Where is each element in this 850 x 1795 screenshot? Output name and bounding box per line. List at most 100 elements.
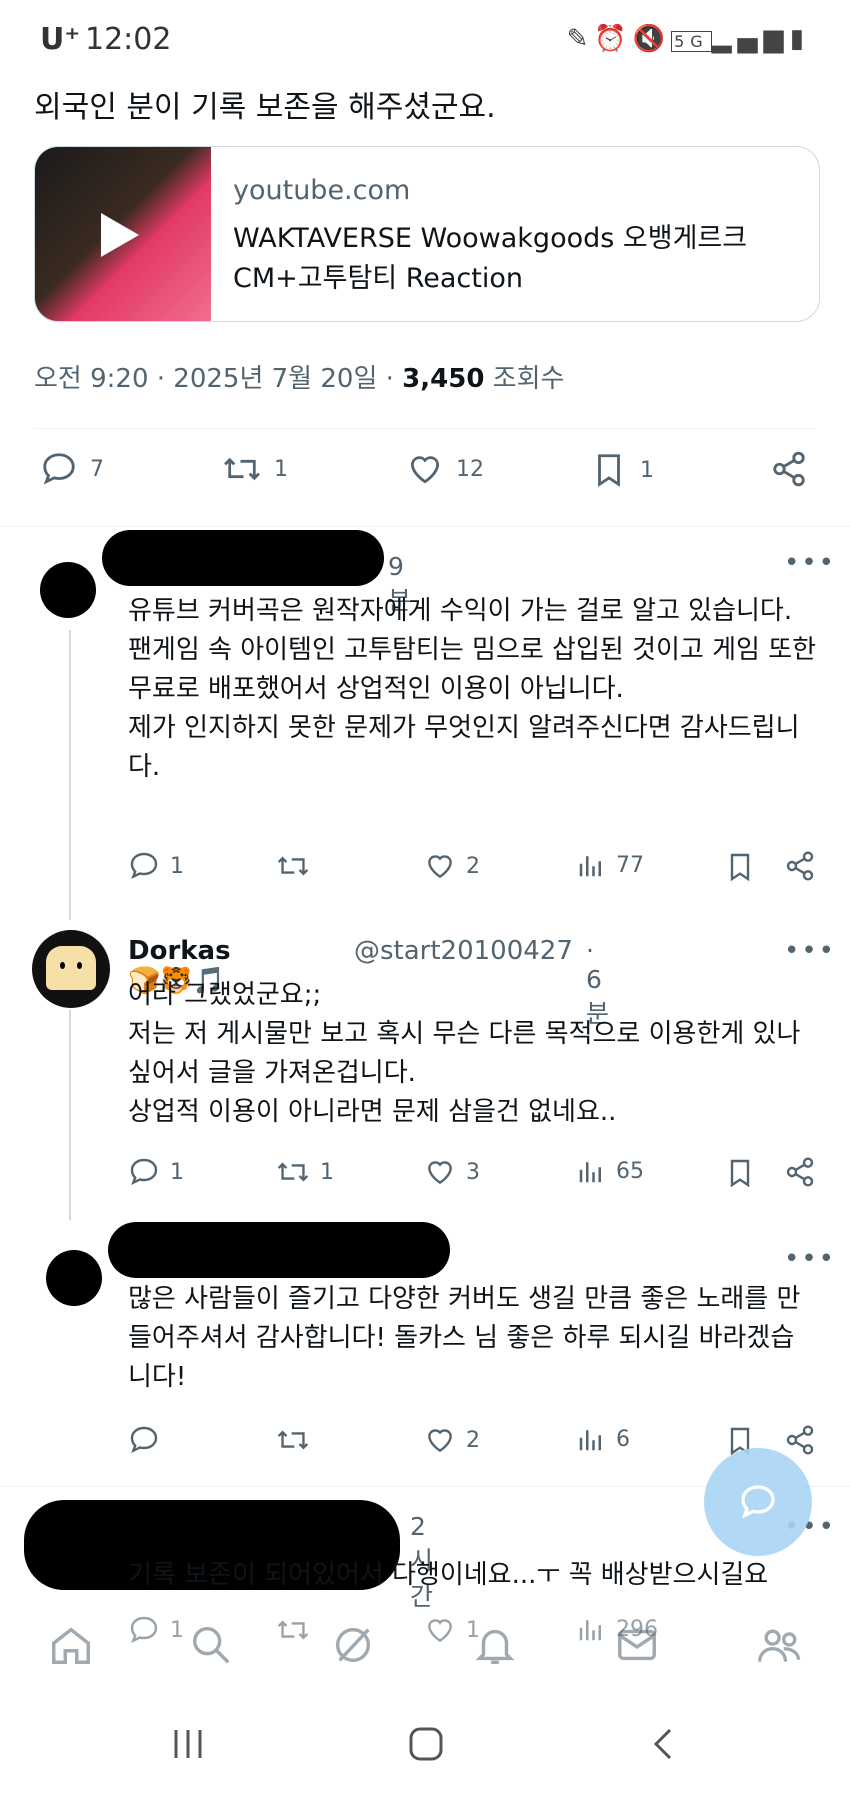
- reply-count: 1: [170, 1159, 184, 1185]
- bookmark-count: 1: [640, 457, 654, 483]
- communities-icon[interactable]: [756, 1622, 804, 1668]
- bookmark-icon: [730, 1159, 750, 1188]
- tweet-timestamp: 오전 9:20 · 2025년 7월 20일 ·: [34, 364, 403, 394]
- chat-bubble-icon: [741, 1485, 775, 1519]
- grok-icon[interactable]: [330, 1622, 376, 1668]
- divider: [34, 428, 816, 429]
- avatar[interactable]: [32, 930, 110, 1008]
- more-icon[interactable]: •••: [784, 1244, 836, 1274]
- heart-icon: [428, 1161, 452, 1185]
- redacted-name: [108, 1222, 450, 1278]
- heart-icon: [428, 855, 452, 879]
- share-icon: [786, 851, 814, 881]
- reply-button[interactable]: 1: [128, 850, 184, 882]
- share-icon: [786, 1157, 814, 1187]
- like-button[interactable]: 2: [424, 1424, 480, 1456]
- reply-actions: 1 1 3 65: [128, 1156, 818, 1196]
- share-button[interactable]: [784, 1156, 816, 1188]
- user-handle[interactable]: @start20100427: [354, 936, 573, 966]
- reply-button[interactable]: 7: [40, 450, 104, 488]
- reply-icon: [43, 453, 75, 485]
- bookmark-button[interactable]: [724, 1156, 756, 1190]
- system-nav-bar: [0, 1710, 850, 1780]
- status-icons: ✎⏰🔇 5G ▂▄▆▮: [567, 24, 810, 54]
- status-bar: U⁺ 12:02 ✎⏰🔇 5G ▂▄▆▮: [40, 18, 810, 62]
- retweet-button[interactable]: [276, 850, 320, 882]
- like-button[interactable]: 12: [406, 450, 484, 488]
- battery-icon: ▮: [789, 24, 810, 54]
- avatar[interactable]: [40, 562, 96, 618]
- views-button[interactable]: 77: [576, 850, 644, 880]
- like-count: 3: [466, 1159, 480, 1185]
- share-button[interactable]: [770, 450, 808, 488]
- retweet-count: 1: [320, 1159, 334, 1185]
- retweet-button[interactable]: [276, 1424, 320, 1456]
- retweet-icon: [224, 457, 260, 481]
- more-icon[interactable]: •••: [784, 936, 836, 966]
- signal-icon: ▂▄▆: [711, 24, 790, 54]
- reply-text-body: 어라 그랬었군요;; 저는 저 게시물만 보고 혹시 무슨 다른 목적으로 이용…: [128, 980, 801, 1127]
- share-button[interactable]: [784, 850, 816, 882]
- network-icon: 5G: [671, 31, 712, 52]
- like-count: 2: [466, 1427, 480, 1453]
- reply-actions: 2 6: [128, 1424, 818, 1464]
- heart-icon: [428, 1429, 452, 1453]
- bottom-nav: [0, 1610, 850, 1682]
- redacted-name: [102, 530, 384, 586]
- bread-avatar-icon: [46, 946, 96, 990]
- retweet-button[interactable]: 1: [276, 1156, 334, 1188]
- home-icon[interactable]: [48, 1622, 94, 1668]
- reply-icon: [130, 1158, 158, 1186]
- views-button[interactable]: 6: [576, 1424, 630, 1454]
- bookmark-icon: [598, 454, 620, 487]
- reply-text-body: 많은 사람들이 즐기고 다양한 커버도 생길 만큼 좋은 노래를 만들어주셔서 …: [128, 1284, 801, 1392]
- back-icon[interactable]: [648, 1724, 678, 1764]
- card-title: WAKTAVERSE Woowakgoods 오뱅게르크 CM+고투탐티 Rea…: [233, 223, 748, 294]
- reply-icon: [130, 1426, 158, 1454]
- like-count: 2: [466, 853, 480, 879]
- like-button[interactable]: 2: [424, 850, 480, 882]
- thread-line: [69, 1010, 71, 1220]
- reply-text-body: 기록 보존이 되어있어서 다행이네요...ㅜ 꼭 배상받으시길요: [128, 1560, 769, 1590]
- avatar[interactable]: [46, 1250, 102, 1306]
- video-thumbnail[interactable]: [35, 147, 211, 321]
- view-count: 77: [616, 852, 644, 878]
- views-button[interactable]: 65: [576, 1156, 644, 1186]
- messages-icon[interactable]: [614, 1622, 660, 1668]
- compose-reply-button[interactable]: [704, 1448, 812, 1556]
- views-icon: [579, 856, 601, 877]
- retweet-icon: [277, 1430, 309, 1450]
- pen-icon: ✎: [566, 24, 595, 54]
- reply-button[interactable]: [128, 1424, 170, 1456]
- play-icon: [101, 213, 139, 257]
- like-count: 12: [456, 456, 484, 482]
- views-icon: [579, 1162, 601, 1183]
- bookmark-icon: [730, 853, 750, 882]
- notifications-icon[interactable]: [472, 1622, 518, 1668]
- home-button-icon[interactable]: [406, 1724, 446, 1764]
- thread-line: [69, 630, 71, 920]
- reply-text-body: 유튜브 커버곡은 원작자에게 수익이 가는 걸로 알고 있습니다. 팬게임 속 …: [128, 596, 817, 782]
- tweet-meta: 오전 9:20 · 2025년 7월 20일 · 3,450 조회수: [34, 358, 564, 395]
- retweet-button[interactable]: 1: [222, 450, 288, 488]
- link-card[interactable]: youtube.com WAKTAVERSE Woowakgoods 오뱅게르크…: [34, 146, 820, 322]
- reply-text: 많은 사람들이 즐기고 다양한 커버도 생길 만큼 좋은 노래를 만들어주셔서 …: [128, 1280, 818, 1397]
- reply-text: 기록 보존이 되어있어서 다행이네요...ㅜ 꼭 배상받으시길요: [128, 1556, 818, 1595]
- bookmark-button[interactable]: [724, 850, 756, 884]
- reply-button[interactable]: 1: [128, 1156, 184, 1188]
- reply-count: 1: [170, 853, 184, 879]
- bookmark-button[interactable]: 1: [590, 450, 654, 490]
- like-button[interactable]: 3: [424, 1156, 480, 1188]
- view-count: 6: [616, 1426, 630, 1452]
- view-count: 3,450: [402, 364, 485, 394]
- reply-icon: [130, 852, 158, 880]
- tweet-actions: 7 1 12 1: [40, 450, 816, 506]
- card-domain: youtube.com: [233, 175, 411, 206]
- recent-apps-icon[interactable]: [168, 1726, 208, 1762]
- share-icon: [786, 1425, 814, 1455]
- more-icon[interactable]: •••: [784, 548, 836, 578]
- search-icon[interactable]: [188, 1622, 234, 1668]
- reply-actions: 1 2 77: [128, 850, 818, 890]
- reply-count: 7: [90, 456, 104, 482]
- share-button[interactable]: [784, 1424, 816, 1456]
